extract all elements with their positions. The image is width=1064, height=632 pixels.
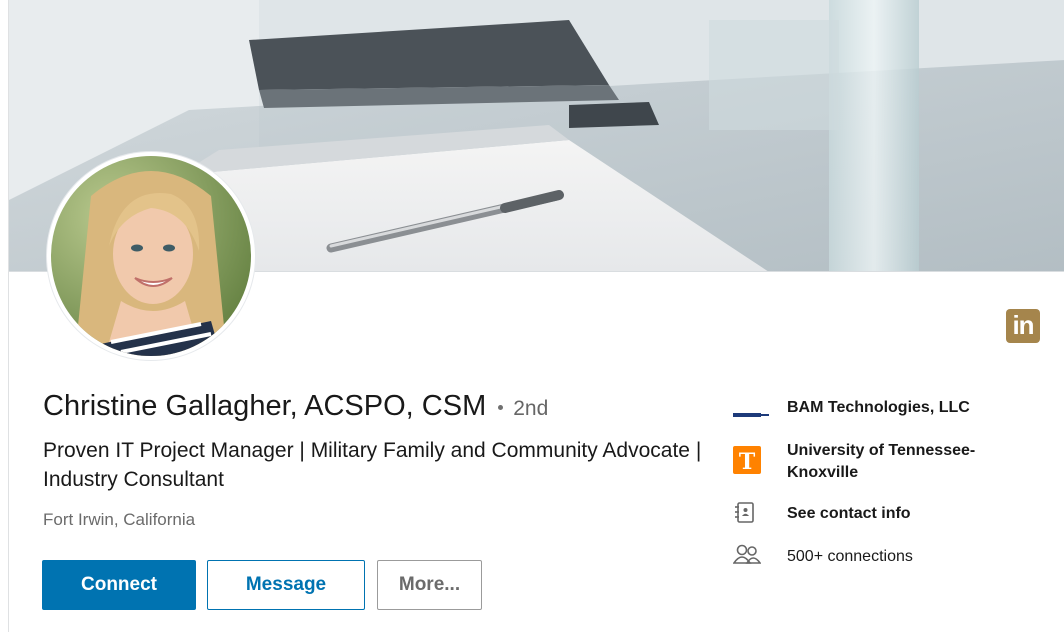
linkedin-badge-text: in: [1012, 310, 1034, 340]
linkedin-premium-icon: in: [1006, 309, 1040, 343]
svg-text:T: T: [739, 449, 756, 474]
profile-name: Christine Gallagher, ACSPO, CSM: [43, 390, 487, 422]
profile-photo[interactable]: [47, 152, 255, 360]
profile-location: Fort Irwin, California: [43, 510, 196, 529]
company-logo-icon: [733, 405, 769, 423]
profile-card: in Christine Gallagher, ACSPO, CSM 2nd Pr…: [8, 0, 1064, 632]
connections-count: 500+ connections: [787, 548, 913, 565]
connect-button[interactable]: Connect: [42, 560, 196, 610]
more-button[interactable]: More...: [377, 560, 482, 610]
people-icon: [732, 543, 762, 572]
message-button[interactable]: Message: [207, 560, 365, 610]
company-name: BAM Technologies, LLC: [787, 399, 970, 416]
school-name-line2: Knoxville: [787, 464, 859, 481]
connection-degree: 2nd: [513, 397, 549, 420]
profile-name-row: Christine Gallagher, ACSPO, CSM 2nd: [43, 390, 548, 423]
school-name-line1: University of Tennessee-: [787, 442, 976, 459]
profile-headline: Proven IT Project Manager | Military Fam…: [43, 439, 702, 491]
separator-dot: [498, 405, 504, 411]
contact-info-label: See contact info: [787, 505, 911, 522]
tennessee-logo-icon: T: [733, 446, 761, 479]
address-book-icon: [733, 501, 757, 530]
